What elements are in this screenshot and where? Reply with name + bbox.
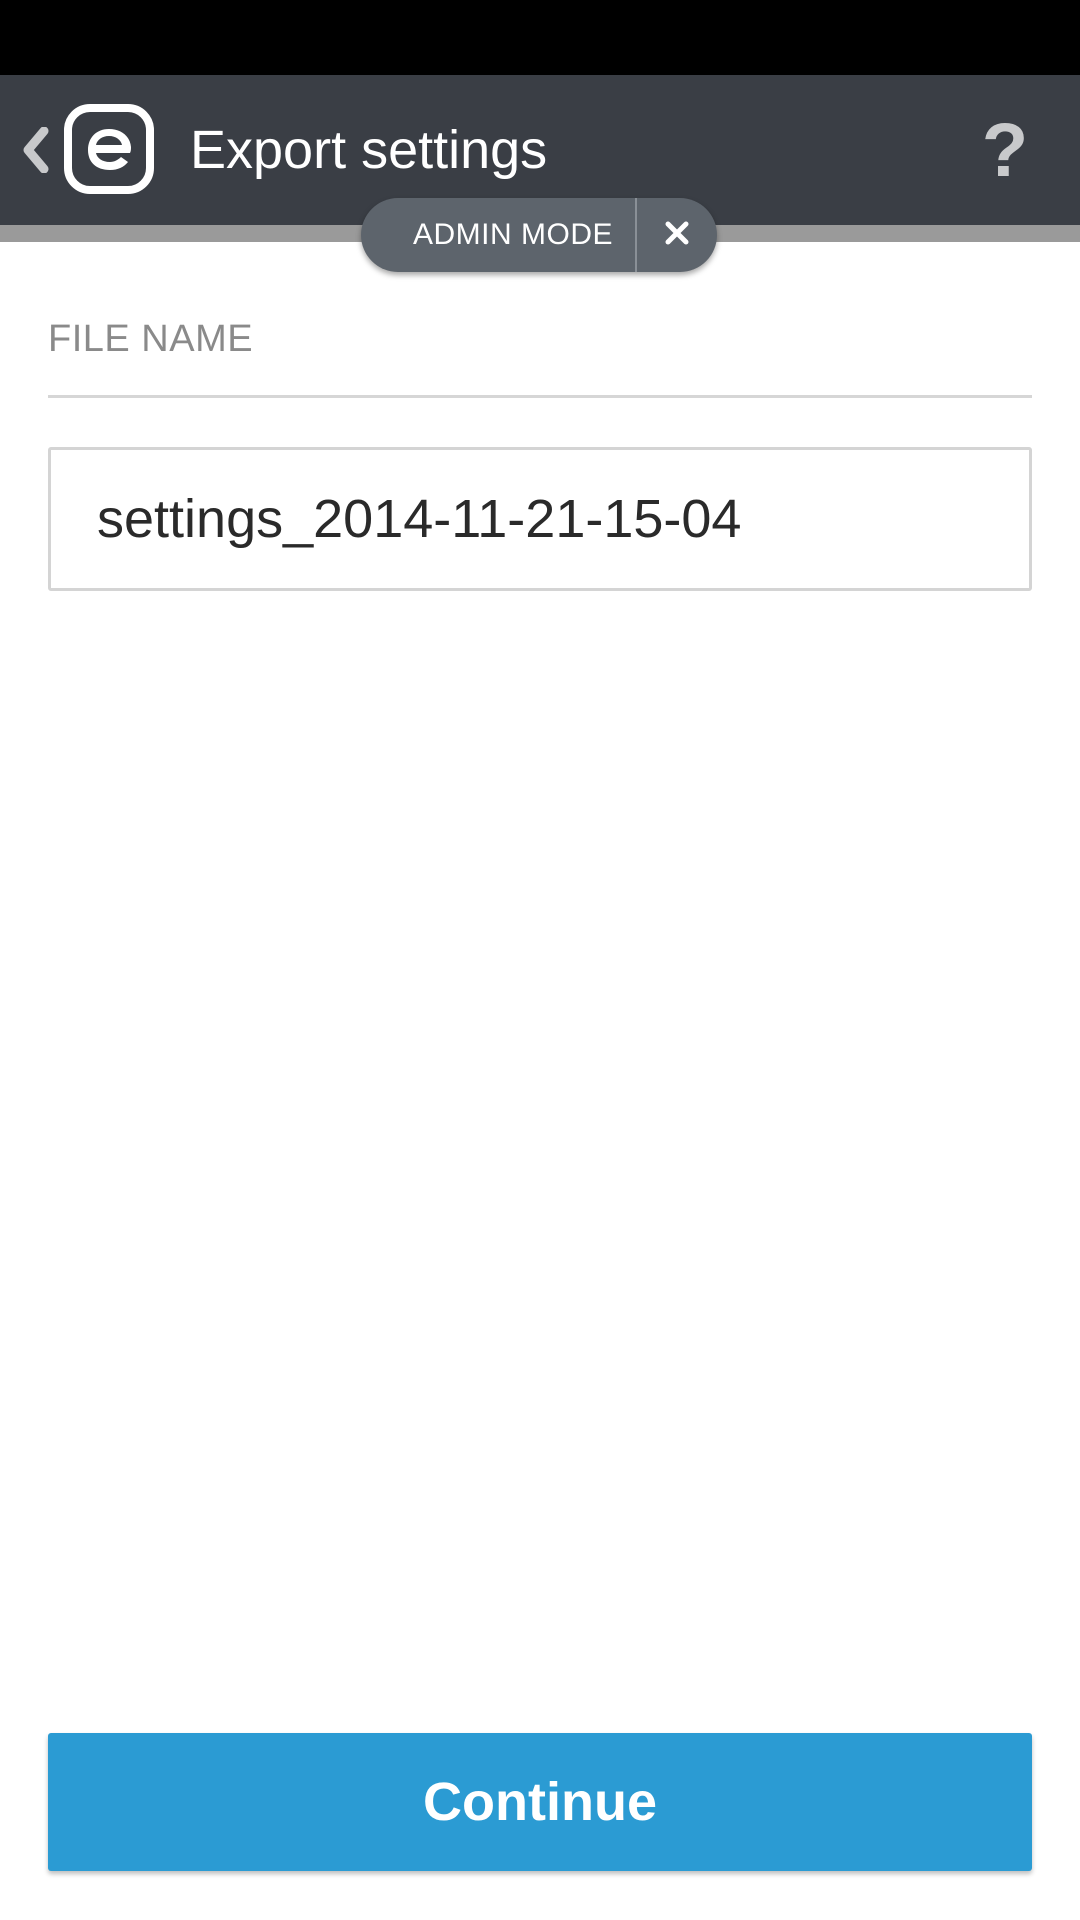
eset-logo-icon: [64, 104, 154, 194]
chevron-left-icon: [12, 120, 58, 180]
file-name-section-label: FILE NAME: [48, 318, 254, 360]
admin-mode-label: ADMIN MODE: [413, 218, 613, 251]
help-icon: ?: [981, 107, 1029, 193]
continue-button[interactable]: Continue: [48, 1733, 1032, 1871]
help-button[interactable]: ?: [950, 100, 1060, 200]
export-settings-screen: Export settings ? ADMIN MODE FILE NAME C…: [0, 0, 1080, 1920]
admin-mode-close-button[interactable]: [637, 198, 717, 272]
file-name-input[interactable]: [48, 447, 1032, 591]
section-divider: [48, 395, 1032, 398]
back-button[interactable]: [12, 100, 162, 200]
page-title: Export settings: [190, 120, 548, 180]
status-bar: [0, 0, 1080, 75]
close-icon: [664, 220, 690, 251]
admin-mode-badge: ADMIN MODE: [361, 198, 717, 272]
